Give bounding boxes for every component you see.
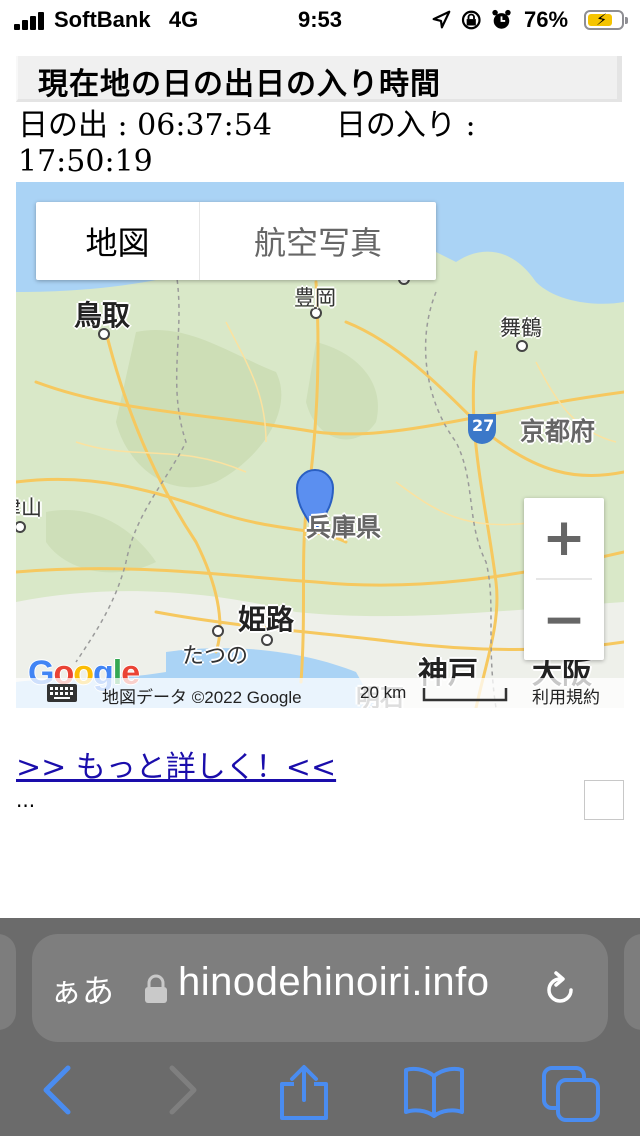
zoom-out-button[interactable]: − <box>524 580 604 660</box>
lock-icon <box>145 974 167 1003</box>
battery-percent: 76% <box>524 7 569 32</box>
map-type-control: 地図 航空写真 <box>36 202 436 280</box>
ellipsis-text: ... <box>16 788 36 812</box>
map-type-map-button[interactable]: 地図 <box>36 202 200 280</box>
status-bar: SoftBank 4G 9:53 76% ⚡ <box>0 0 640 40</box>
google-map[interactable]: 鳥取 豊岡 舞鶴 京都府 兵庫県 姫路 たつの 神戸 大阪 津山 27 明石 地… <box>16 182 624 708</box>
status-icons <box>432 9 511 30</box>
map-attribution: 地図データ ©2022 Google <box>102 688 302 707</box>
bookmarks-icon[interactable] <box>402 1064 466 1118</box>
battery-charging-icon: ⚡ <box>584 10 628 30</box>
sunrise-time: 日の出 : 06:37:54 <box>18 108 272 143</box>
address-bar[interactable]: ぁあ hinodehinoiri.info <box>32 934 608 1042</box>
map-type-satellite-button[interactable]: 航空写真 <box>200 202 436 280</box>
map-label-tottori: 鳥取 <box>74 299 131 332</box>
map-label-hyogo-prefecture: 兵庫県 <box>306 513 382 542</box>
map-label-maizuru: 舞鶴 <box>500 316 542 340</box>
next-tab-preview[interactable] <box>624 934 640 1030</box>
map-scale-bar <box>422 688 508 702</box>
page-title: 現在地の日の出日の入り時間 <box>38 67 441 102</box>
location-arrow-icon <box>432 10 451 29</box>
zoom-control: + − <box>524 498 604 660</box>
forward-arrow-icon[interactable] <box>162 1064 202 1116</box>
map-scale-label: 20 km <box>360 683 407 702</box>
reload-icon[interactable] <box>540 970 580 1010</box>
keyboard-icon[interactable] <box>46 683 78 703</box>
url-text: hinodehinoiri.info <box>178 960 490 1004</box>
more-details-link[interactable]: >> もっと詳しく！<< <box>16 742 336 786</box>
sun-times: 日の出 : 06:37:54 日の入り : 17:50:19 <box>18 108 618 180</box>
zoom-in-button[interactable]: + <box>524 498 604 578</box>
map-label-toyooka: 豊岡 <box>294 286 336 310</box>
tabs-icon[interactable] <box>540 1064 604 1122</box>
map-terms-link[interactable]: 利用規約 <box>532 683 600 708</box>
alarm-icon <box>492 9 511 29</box>
share-icon[interactable] <box>276 1064 332 1122</box>
back-arrow-icon[interactable] <box>38 1064 78 1116</box>
browser-toolbar: ぁあ hinodehinoiri.info <box>0 918 640 1136</box>
map-label-tatsuno: たつの <box>182 644 249 669</box>
map-label-kyoto-prefecture: 京都府 <box>520 417 596 446</box>
orientation-lock-icon <box>461 10 481 30</box>
small-empty-box[interactable] <box>584 780 624 820</box>
map-label-route-27: 27 <box>472 416 495 435</box>
previous-tab-preview[interactable] <box>0 934 16 1030</box>
map-label-left-edge: 津山 <box>16 496 42 520</box>
page-heading-box: 現在地の日の出日の入り時間 <box>16 56 622 102</box>
map-label-himeji: 姫路 <box>238 603 295 636</box>
map-footer: 地図データ ©2022 Google 20 km 利用規約 <box>16 678 624 708</box>
text-size-button[interactable]: ぁあ <box>50 966 114 1012</box>
